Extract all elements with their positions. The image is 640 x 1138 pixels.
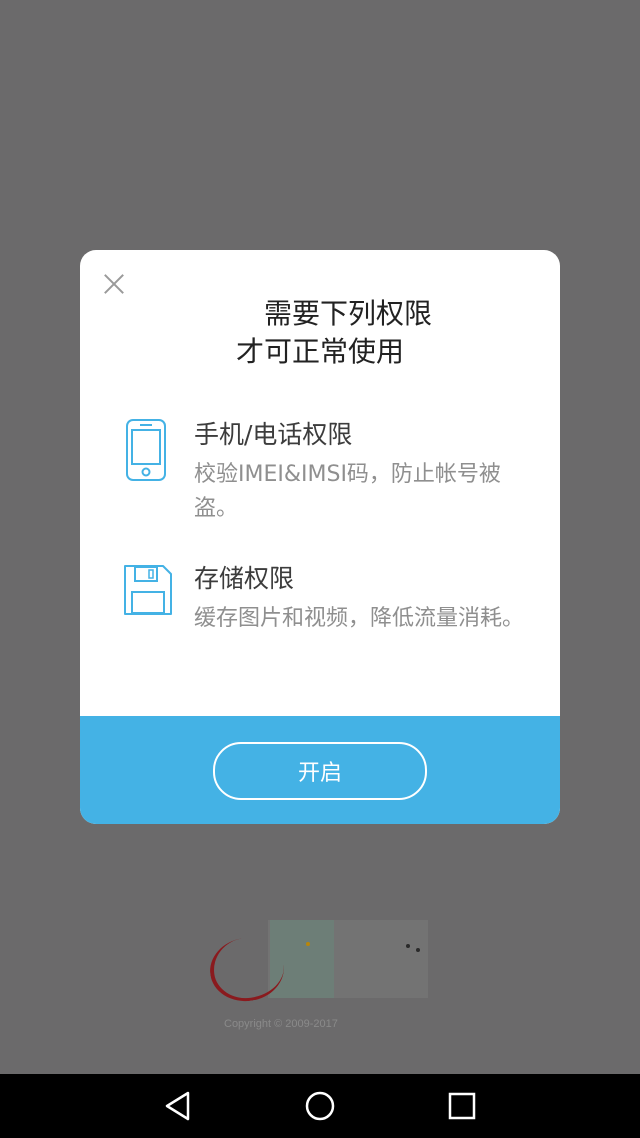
enable-button[interactable]: 开启 xyxy=(213,742,427,800)
home-icon[interactable] xyxy=(302,1088,338,1124)
permission-dialog: xx需要下列权限 才可正常使用 手机/电话权限 校验IMEI&IMSI码，防止帐… xyxy=(80,250,560,824)
permission-description: 缓存图片和视频，降低流量消耗。 xyxy=(194,606,525,631)
title-line-1: xx需要下列权限 xyxy=(80,295,560,333)
logo-dot xyxy=(406,944,410,948)
close-icon[interactable] xyxy=(100,270,128,298)
app-logo xyxy=(205,920,430,1006)
copyright-text: Copyright © 2009-2017 xyxy=(224,1018,338,1030)
permission-title: 存储权限 xyxy=(194,564,295,593)
dialog-footer: 开启 xyxy=(80,716,560,824)
logo-dot xyxy=(416,948,420,952)
floppy-disk-icon xyxy=(120,562,176,626)
navigation-bar xyxy=(0,1074,640,1138)
recents-icon[interactable] xyxy=(444,1088,480,1124)
app-name-redacted: xx xyxy=(208,295,264,333)
permission-title: 手机/电话权限 xyxy=(194,420,353,449)
phone-icon xyxy=(120,418,176,482)
title-line-2: 才可正常使用 xyxy=(235,335,404,368)
back-icon[interactable] xyxy=(160,1088,196,1124)
permission-description: 校验IMEI&IMSI码，防止帐号被盗。 xyxy=(194,462,501,521)
logo-dot xyxy=(306,942,310,946)
dialog-title: xx需要下列权限 才可正常使用 xyxy=(80,295,560,371)
